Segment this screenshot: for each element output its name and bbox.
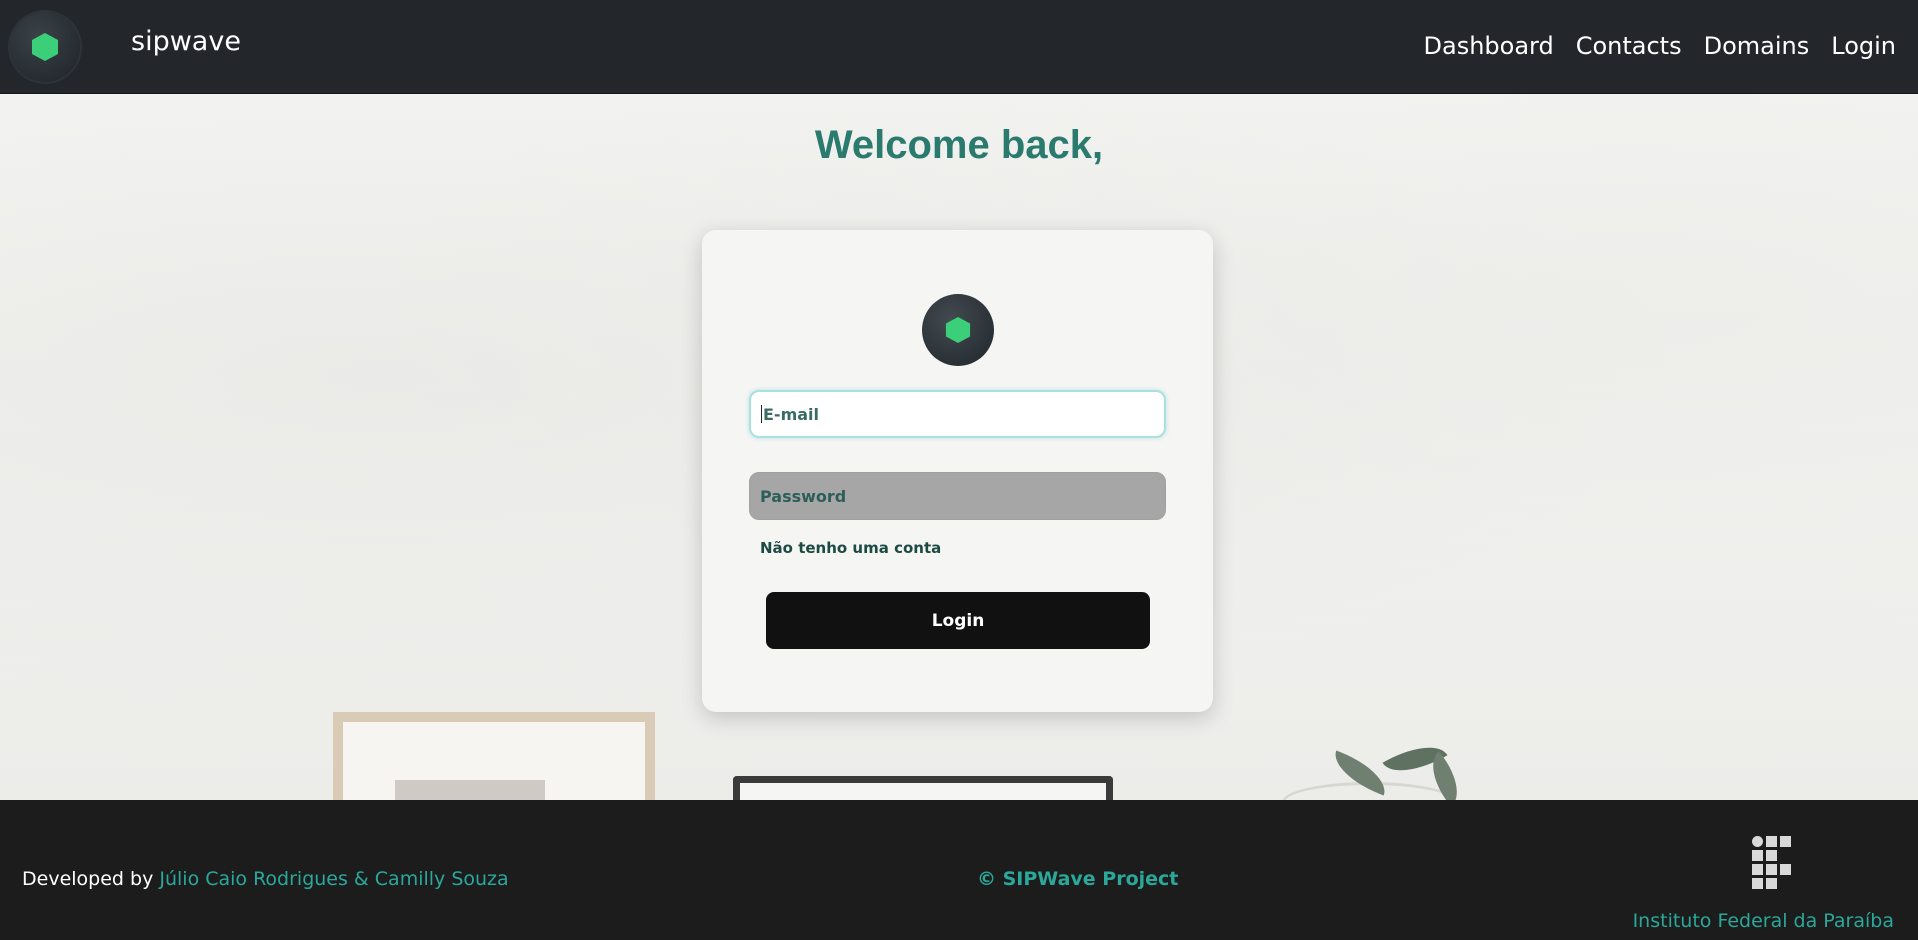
hexagon-logo-icon[interactable] [10, 12, 80, 82]
password-input[interactable]: Password [749, 472, 1166, 520]
login-card: E-mail Password Não tenho uma conta Logi… [702, 230, 1213, 712]
developer-names-link[interactable]: Júlio Caio Rodrigues & Camilly Souza [159, 868, 508, 890]
footer: Developed by Júlio Caio Rodrigues & Cami… [0, 800, 1918, 940]
ifpb-logo-cell [1752, 864, 1763, 875]
developed-by-label: Developed by [22, 868, 160, 890]
ifpb-logo-cell [1752, 878, 1763, 889]
email-placeholder: E-mail [763, 404, 820, 424]
ifpb-logo-cell [1780, 836, 1791, 847]
nav-link-login[interactable]: Login [1831, 32, 1896, 60]
navbar: sipwave Dashboard Contacts Domains Login [0, 0, 1918, 94]
signup-link[interactable]: Não tenho uma conta [760, 539, 941, 557]
ifpb-logo-cell [1766, 850, 1777, 861]
hexagon-logo-icon [922, 294, 994, 366]
ifpb-logo-cell [1766, 878, 1777, 889]
institute-link[interactable]: Instituto Federal da Paraíba [1633, 910, 1894, 932]
page-title: Welcome back, [814, 123, 1104, 167]
decorative-picture-frame [333, 712, 655, 800]
decorative-picture [395, 780, 545, 800]
hexagon-shape [945, 317, 971, 343]
nav-link-contacts[interactable]: Contacts [1576, 32, 1682, 60]
text-cursor [761, 405, 762, 423]
nav-link-domains[interactable]: Domains [1704, 32, 1810, 60]
nav-link-dashboard[interactable]: Dashboard [1424, 32, 1554, 60]
ifpb-logo-cell [1752, 850, 1763, 861]
hexagon-shape [32, 33, 58, 61]
decorative-monitor [733, 776, 1113, 800]
email-input[interactable]: E-mail [749, 390, 1166, 438]
password-placeholder: Password [760, 486, 847, 506]
copyright-text: © SIPWave Project [977, 868, 1179, 890]
ifpb-logo-cell [1780, 864, 1791, 875]
nav-links: Dashboard Contacts Domains Login [1424, 32, 1897, 60]
login-button[interactable]: Login [766, 592, 1150, 649]
ifpb-logo-icon[interactable] [1752, 836, 1792, 889]
brand-name[interactable]: sipwave [131, 26, 241, 57]
ifpb-logo-cell [1766, 864, 1777, 875]
developer-credit: Developed by Júlio Caio Rodrigues & Cami… [22, 868, 509, 890]
ifpb-logo-cell [1766, 836, 1777, 847]
ifpb-logo-dot [1752, 836, 1763, 847]
